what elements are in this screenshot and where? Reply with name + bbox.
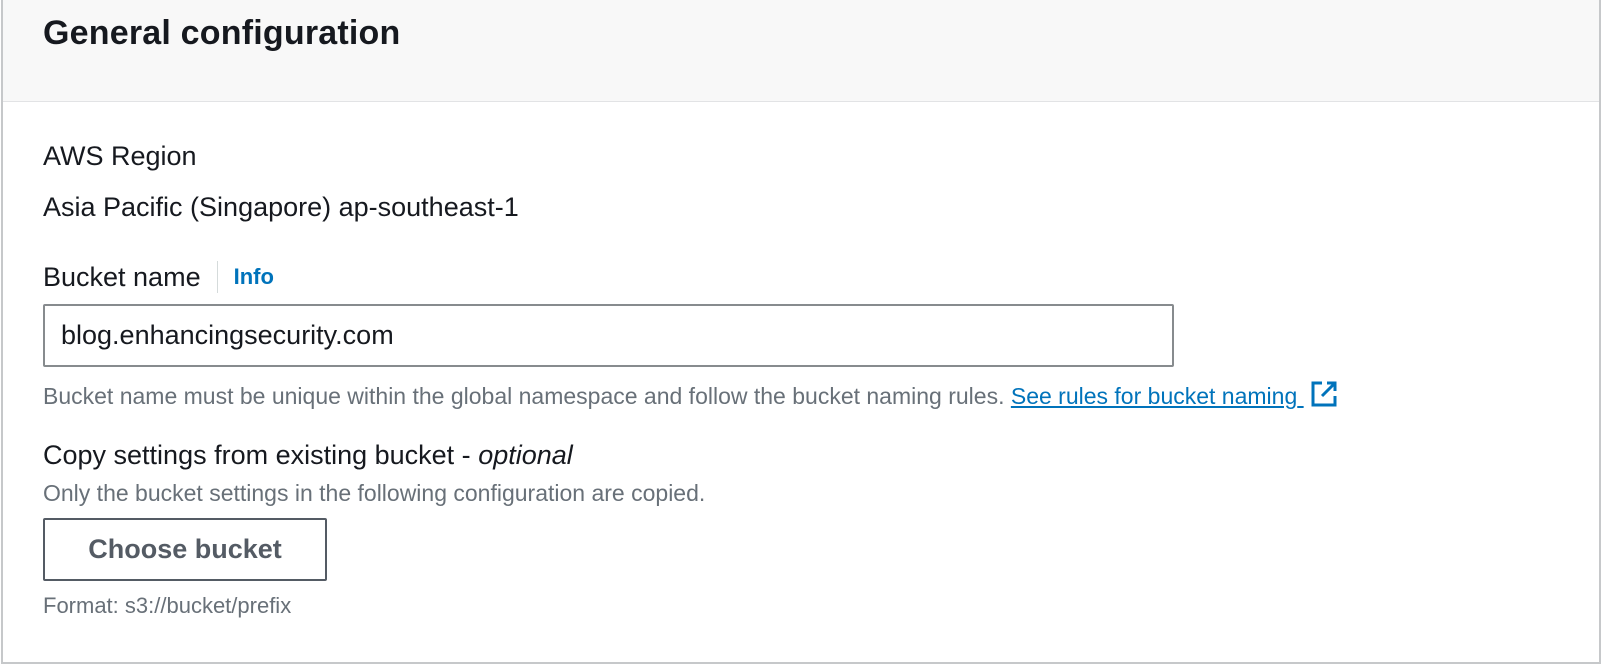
info-link[interactable]: Info — [234, 264, 274, 290]
copy-settings-description: Only the bucket settings in the followin… — [43, 480, 706, 506]
bucket-naming-rules-link[interactable]: See rules for bucket naming — [1011, 383, 1304, 409]
label-divider — [216, 261, 218, 293]
bucket-name-hint: Bucket name must be unique within the gl… — [43, 380, 1338, 414]
external-link-icon[interactable] — [1310, 380, 1338, 414]
region-label: AWS Region — [43, 141, 197, 171]
bucket-name-label-row: Bucket name Info — [43, 260, 274, 294]
bucket-name-hint-text: Bucket name must be unique within the gl… — [43, 383, 1005, 409]
panel-header: General configuration — [3, 0, 1599, 102]
panel-title: General configuration — [43, 14, 401, 52]
format-hint: Format: s3://bucket/prefix — [43, 593, 292, 618]
choose-bucket-button[interactable]: Choose bucket — [43, 518, 327, 581]
bucket-name-input[interactable] — [43, 304, 1174, 367]
copy-settings-label: Copy settings from existing bucket - opt… — [43, 440, 573, 471]
bucket-naming-rules-link-text: See rules for bucket naming — [1010, 383, 1298, 409]
optional-tag: optional — [478, 440, 573, 470]
bucket-name-label: Bucket name — [43, 261, 201, 292]
copy-settings-label-text: Copy settings from existing bucket - — [43, 440, 479, 470]
region-value: Asia Pacific (Singapore) ap-southeast-1 — [43, 192, 519, 222]
general-configuration-panel: General configuration AWS Region Asia Pa… — [1, 0, 1601, 664]
